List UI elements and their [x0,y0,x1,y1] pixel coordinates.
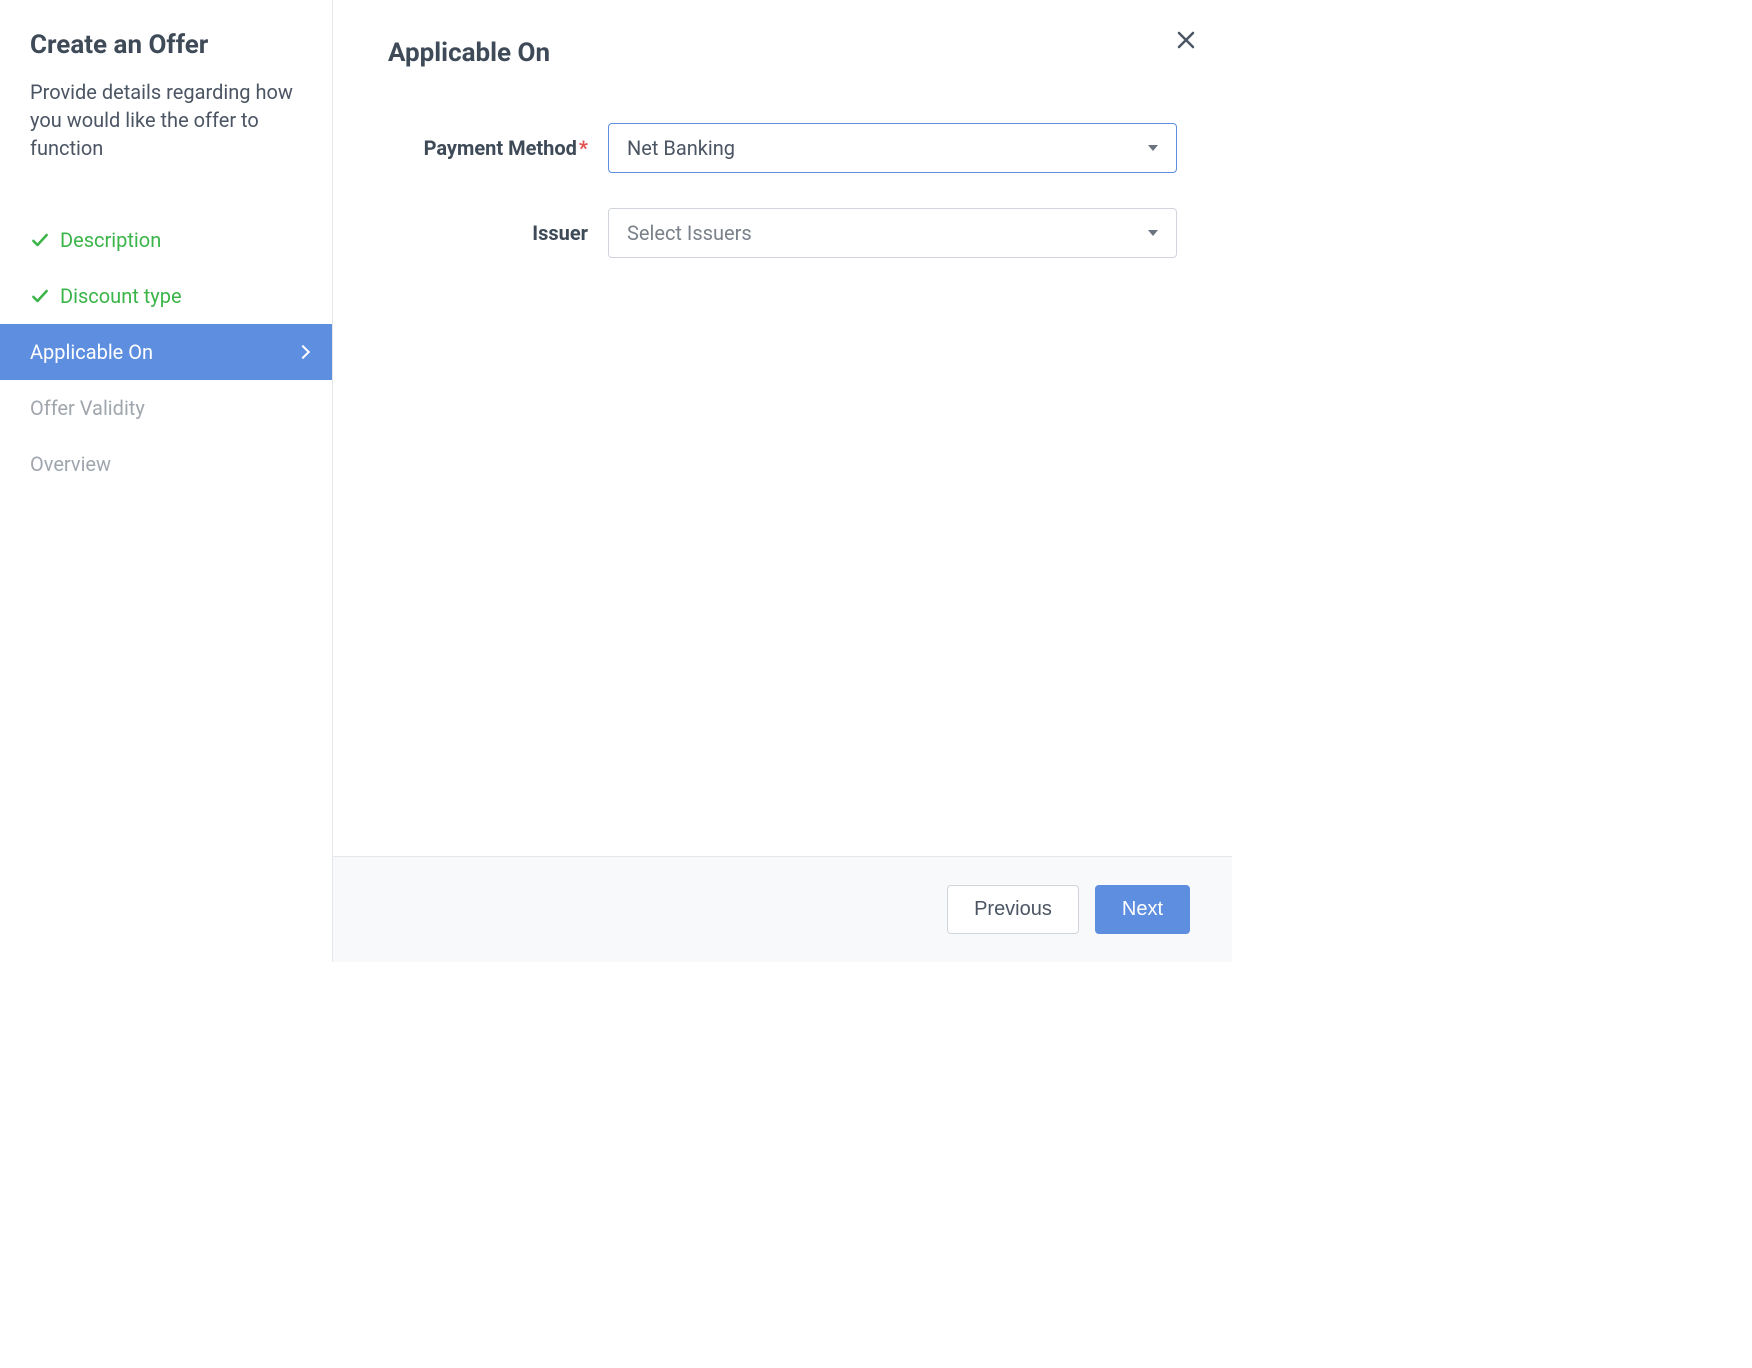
issuer-label: Issuer [388,221,608,245]
step-item-applicable-on[interactable]: Applicable On [0,324,332,380]
sidebar-subtitle: Provide details regarding how you would … [30,78,302,162]
payment-method-label: Payment Method* [388,136,608,160]
step-label: Offer Validity [30,396,145,420]
caret-down-icon [1148,230,1158,236]
step-label: Applicable On [30,340,153,364]
form-row-payment-method: Payment Method* Net Banking [388,123,1177,173]
previous-button[interactable]: Previous [947,885,1079,934]
step-item-offer-validity[interactable]: Offer Validity [0,380,332,436]
caret-down-icon [1148,145,1158,151]
step-label: Description [60,228,161,252]
step-label: Discount type [60,284,182,308]
main: Applicable On Payment Method* Net Bankin… [333,0,1232,962]
check-icon [30,286,50,306]
payment-method-select[interactable]: Net Banking [608,123,1177,173]
select-placeholder: Select Issuers [627,221,752,245]
form-row-issuer: Issuer Select Issuers [388,208,1177,258]
step-list: Description Discount type Applicable On … [0,212,332,492]
page-title: Applicable On [388,38,1177,68]
required-indicator: * [579,136,588,160]
sidebar: Create an Offer Provide details regardin… [0,0,333,962]
footer: Previous Next [333,856,1232,962]
step-item-description[interactable]: Description [0,212,332,268]
check-icon [30,230,50,250]
sidebar-title: Create an Offer [30,30,302,60]
chevron-right-icon [296,345,310,359]
close-button[interactable] [1170,24,1202,56]
next-button[interactable]: Next [1095,885,1190,934]
issuer-select[interactable]: Select Issuers [608,208,1177,258]
step-item-discount-type[interactable]: Discount type [0,268,332,324]
select-value: Net Banking [627,136,735,160]
step-label: Overview [30,452,111,476]
step-item-overview[interactable]: Overview [0,436,332,492]
